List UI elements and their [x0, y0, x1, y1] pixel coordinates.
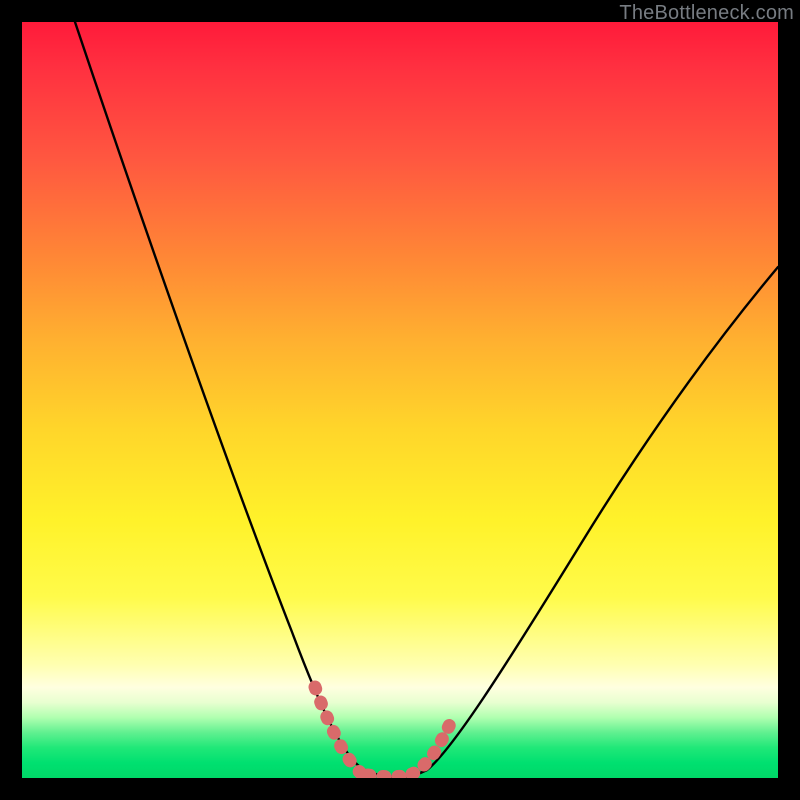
- watermark-text: TheBottleneck.com: [619, 2, 794, 25]
- bottleneck-curve: [75, 22, 778, 777]
- bottom-marker-run: [368, 775, 406, 777]
- left-marker-run: [315, 687, 362, 774]
- chart-frame: TheBottleneck.com: [0, 0, 800, 800]
- chart-svg: [22, 22, 778, 778]
- plot-area: [22, 22, 778, 778]
